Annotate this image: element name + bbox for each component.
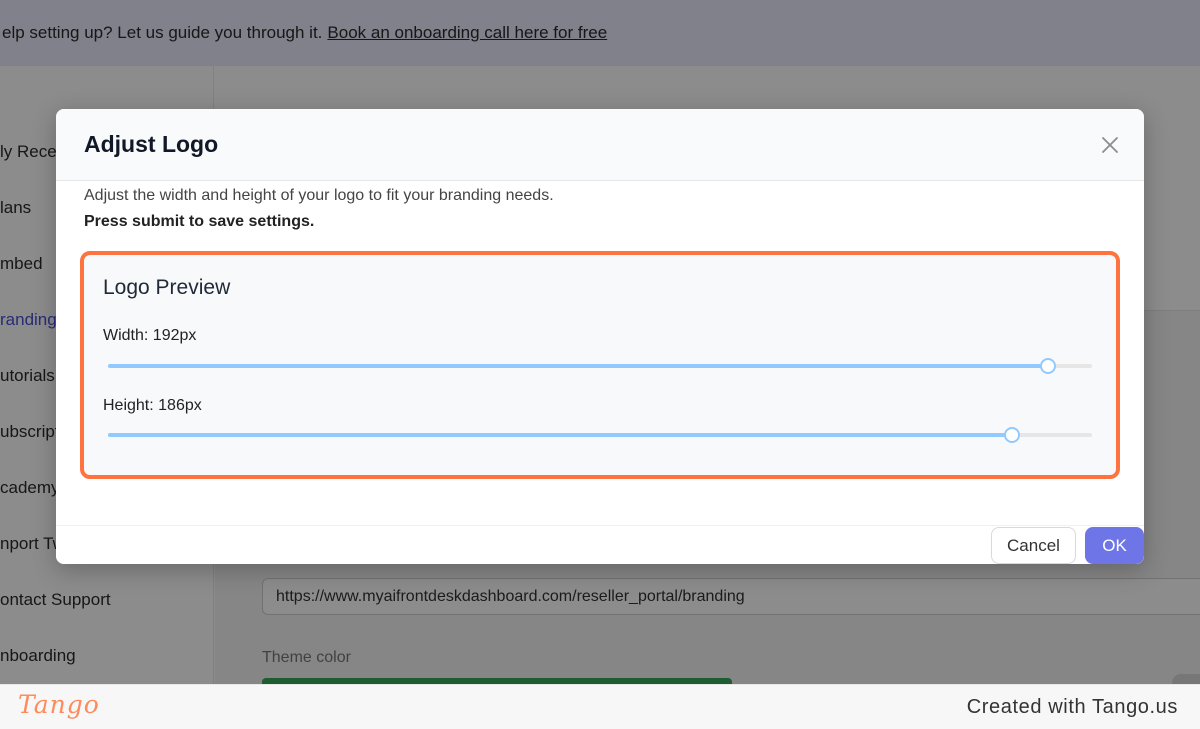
modal-title: Adjust Logo bbox=[84, 131, 219, 157]
modal-header: Adjust Logo bbox=[56, 109, 1144, 181]
tango-footer: Tango Created with Tango.us bbox=[0, 684, 1200, 729]
close-button[interactable] bbox=[1096, 131, 1124, 159]
footer-credit: Created with Tango.us bbox=[966, 696, 1178, 718]
modal-footer bbox=[56, 525, 1144, 564]
logo-preview-title: Logo Preview bbox=[103, 276, 231, 299]
tango-logo: Tango bbox=[18, 690, 100, 719]
logo-preview-panel: Logo Preview Width: 192px Height: 186px bbox=[80, 251, 1120, 479]
height-slider-handle[interactable] bbox=[1004, 427, 1021, 443]
width-label: Width: 192px bbox=[103, 327, 197, 344]
width-slider-handle[interactable] bbox=[1039, 358, 1056, 374]
adjust-logo-modal: Adjust Logo Adjust the width and height … bbox=[56, 109, 1144, 564]
close-icon bbox=[1102, 137, 1118, 153]
width-slider-track bbox=[108, 364, 1048, 368]
width-slider[interactable] bbox=[108, 358, 1092, 374]
modal-description: Adjust the width and height of your logo… bbox=[84, 187, 554, 204]
height-slider[interactable] bbox=[108, 427, 1092, 443]
modal-note: Press submit to save settings. bbox=[84, 213, 315, 230]
ok-button[interactable]: OK bbox=[1085, 527, 1144, 564]
height-label: Height: 186px bbox=[103, 397, 202, 414]
cancel-button[interactable]: Cancel bbox=[991, 527, 1076, 564]
height-slider-track bbox=[108, 433, 1013, 437]
